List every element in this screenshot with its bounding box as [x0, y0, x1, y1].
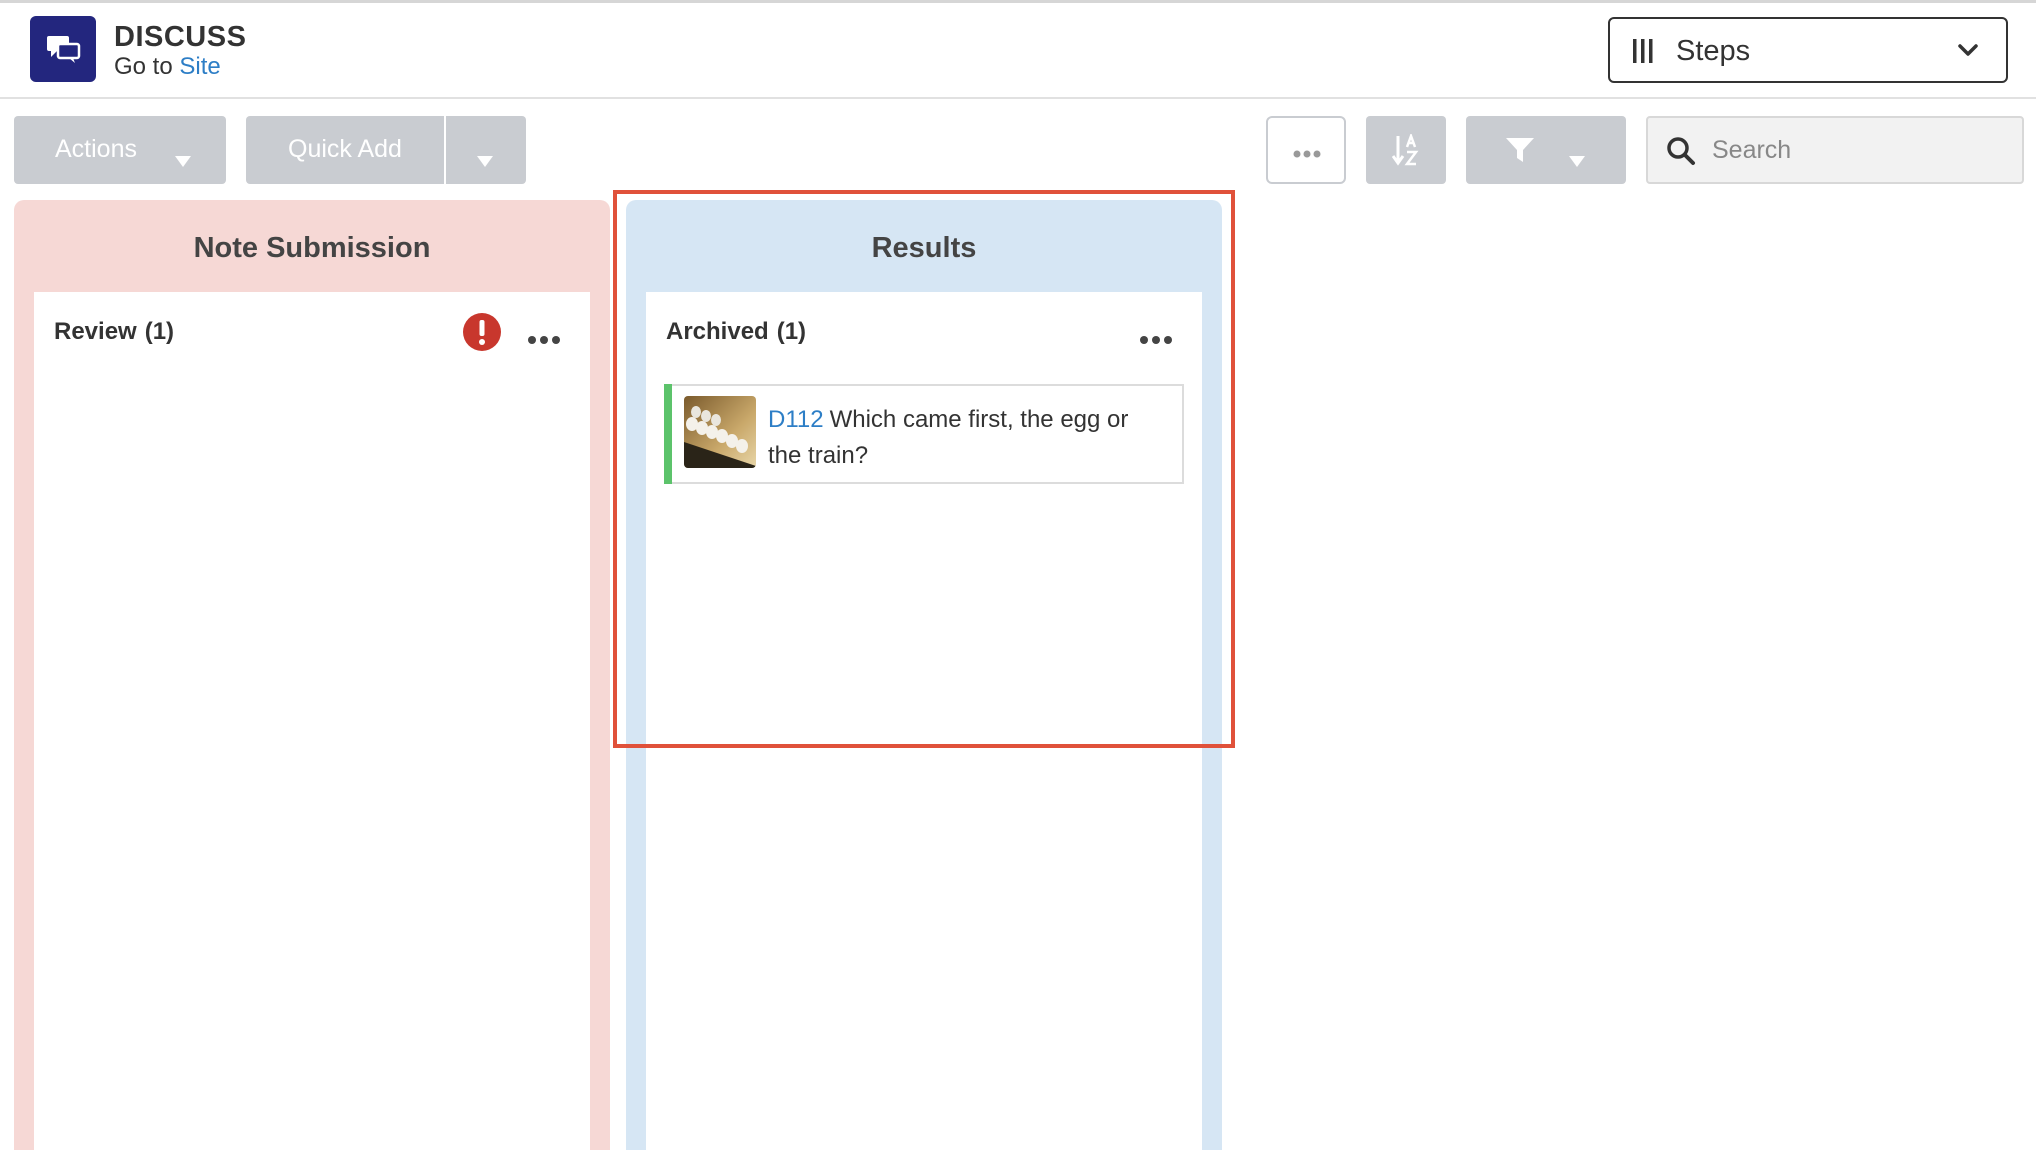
app-header: DISCUSS Go to Site Steps — [0, 3, 2036, 99]
lane-name: Review — [54, 318, 137, 345]
column-title: Results — [871, 232, 977, 264]
card-id-link[interactable]: D112 — [768, 406, 824, 433]
lane-name: Archived — [666, 318, 769, 345]
view-select-dropdown[interactable]: Steps — [1608, 17, 2008, 83]
card-status-bar — [664, 384, 672, 484]
quick-add-button[interactable]: Quick Add — [246, 116, 444, 184]
lane-title: Review (1) — [54, 318, 174, 346]
search-icon — [1666, 136, 1696, 171]
columns-icon — [1632, 39, 1654, 68]
caret-down-icon — [1569, 145, 1585, 174]
chevron-down-icon — [1958, 43, 1978, 62]
lane-count: (1) — [144, 318, 175, 345]
sort-az-icon — [1391, 132, 1420, 173]
column-title: Note Submission — [193, 232, 431, 264]
lane-archived: Archived (1) D112 Which came first, the … — [646, 292, 1202, 1150]
column-note-submission: Note Submission Review (1) — [14, 200, 610, 1150]
ellipsis-icon — [1293, 146, 1321, 164]
kanban-app: DISCUSS Go to Site Steps Actions Quick A… — [0, 0, 2036, 1150]
lane-title: Archived (1) — [666, 318, 806, 346]
quick-add-label: Quick Add — [288, 135, 402, 163]
filter-button[interactable] — [1466, 116, 1626, 184]
caret-down-icon — [175, 145, 191, 174]
actions-button[interactable]: Actions — [14, 116, 226, 184]
goto-site: Go to Site — [114, 53, 221, 81]
quick-add-dropdown-button[interactable] — [446, 116, 526, 184]
card-thumbnail-image — [684, 396, 756, 468]
search-input[interactable] — [1712, 132, 2002, 168]
discussion-card[interactable]: D112 Which came first, the egg or the tra… — [664, 384, 1184, 484]
column-results: Results Archived (1) D112 Which came fir… — [626, 200, 1222, 1150]
goto-prefix: Go to — [114, 53, 173, 80]
lane-review: Review (1) — [34, 292, 590, 1150]
card-text: D112 Which came first, the egg or the tra… — [768, 402, 1168, 474]
alert-icon[interactable] — [462, 312, 502, 357]
filter-icon — [1506, 138, 1534, 169]
app-title: DISCUSS — [114, 21, 247, 53]
search-box — [1646, 116, 2024, 184]
lane-menu-ellipsis-icon[interactable] — [528, 332, 560, 350]
chat-bubbles-icon — [30, 16, 96, 82]
view-select-label: Steps — [1676, 35, 1751, 67]
lane-count: (1) — [776, 318, 807, 345]
more-options-button[interactable] — [1266, 116, 1346, 184]
actions-label: Actions — [55, 135, 137, 163]
caret-down-icon — [477, 145, 493, 174]
lane-menu-ellipsis-icon[interactable] — [1140, 332, 1172, 350]
site-link[interactable]: Site — [179, 53, 220, 80]
sort-button[interactable] — [1366, 116, 1446, 184]
